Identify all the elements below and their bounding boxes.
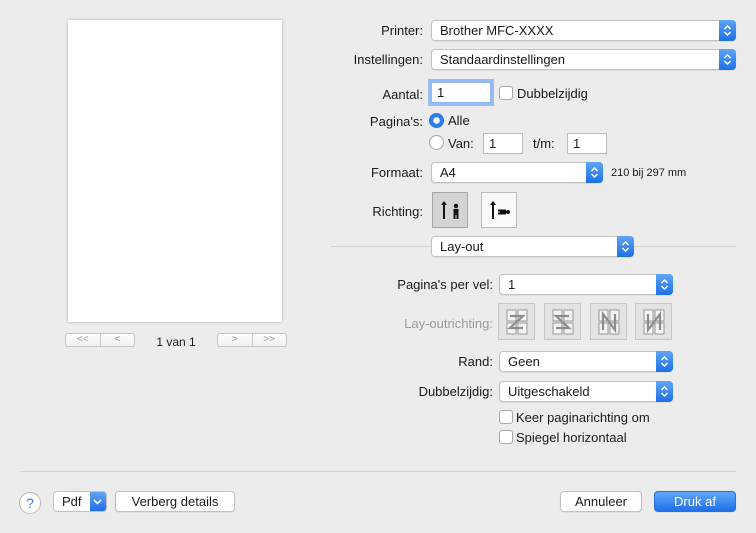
settings-select[interactable]: Standaardinstellingen <box>431 49 736 70</box>
mirror-horizontal-checkbox[interactable] <box>499 430 513 444</box>
orientation-landscape-button[interactable] <box>481 192 517 228</box>
page-indicator: 1 van 1 <box>156 335 196 349</box>
next-page-button[interactable]: > <box>218 334 252 346</box>
hide-details-button[interactable]: Verberg details <box>115 491 235 512</box>
printer-value: Brother MFC-XXXX <box>440 23 554 38</box>
landscape-person-icon <box>490 201 510 219</box>
layout-direction-reverse-z-button[interactable] <box>544 303 581 340</box>
border-value: Geen <box>508 354 540 369</box>
chevron-down-icon <box>89 492 106 511</box>
updown-chevron-icon <box>719 49 736 70</box>
duplex-checkbox[interactable] <box>499 86 513 100</box>
footer-divider <box>20 471 736 472</box>
layout-direction-z-button[interactable] <box>498 303 535 340</box>
print-button[interactable]: Druk af <box>654 491 736 512</box>
updown-chevron-icon <box>656 381 673 402</box>
pages-to-label: t/m: <box>533 136 555 151</box>
pages-label: Pagina's: <box>369 114 423 129</box>
layout-duplex-label: Dubbelzijdig: <box>418 384 493 399</box>
print-preview-page <box>68 20 282 322</box>
layout-duplex-select[interactable]: Uitgeschakeld <box>499 381 673 402</box>
reverse-n-direction-icon <box>643 309 664 334</box>
updown-chevron-icon <box>617 236 634 257</box>
format-select[interactable]: A4 <box>431 162 603 183</box>
layout-duplex-value: Uitgeschakeld <box>508 384 590 399</box>
layout-direction-n-button[interactable] <box>590 303 627 340</box>
preview-nav-back-group: << < <box>65 333 135 347</box>
cancel-button[interactable]: Annuleer <box>560 491 642 512</box>
pages-all-label: Alle <box>448 113 470 128</box>
border-label: Rand: <box>458 354 493 369</box>
portrait-person-icon <box>441 201 459 219</box>
settings-value: Standaardinstellingen <box>440 52 566 67</box>
pages-to-input[interactable]: 1 <box>567 133 607 154</box>
settings-label: Instellingen: <box>353 52 423 67</box>
first-page-button[interactable]: << <box>66 334 100 346</box>
help-button[interactable]: ? <box>19 492 41 514</box>
format-value: A4 <box>440 165 456 180</box>
z-direction-icon <box>506 309 527 334</box>
pdf-menu-button[interactable]: Pdf <box>53 491 107 512</box>
reverse-orientation-label: Keer paginarichting om <box>516 410 650 425</box>
pages-per-sheet-value: 1 <box>508 277 516 292</box>
format-label: Formaat: <box>370 165 423 180</box>
copies-input[interactable]: 1 <box>431 82 491 103</box>
pages-from-label: Van: <box>448 136 474 151</box>
copies-label: Aantal: <box>382 87 423 102</box>
orientation-portrait-button[interactable] <box>432 192 468 228</box>
updown-chevron-icon <box>656 274 673 295</box>
help-icon: ? <box>26 495 34 511</box>
reverse-orientation-checkbox[interactable] <box>499 410 513 424</box>
updown-chevron-icon <box>586 162 603 183</box>
updown-chevron-icon <box>719 20 736 41</box>
section-select[interactable]: Lay-out <box>431 236 634 257</box>
border-select[interactable]: Geen <box>499 351 673 372</box>
pdf-label: Pdf <box>62 494 82 509</box>
pages-per-sheet-label: Pagina's per vel: <box>397 277 493 292</box>
format-dimensions: 210 bij 297 mm <box>611 167 687 179</box>
printer-select[interactable]: Brother MFC-XXXX <box>431 20 736 41</box>
printer-label: Printer: <box>381 23 423 38</box>
updown-chevron-icon <box>656 351 673 372</box>
preview-nav-forward-group: > >> <box>217 333 287 347</box>
layout-direction-label: Lay-outrichting: <box>404 316 493 331</box>
duplex-checkbox-label: Dubbelzijdig <box>517 86 588 101</box>
layout-direction-reverse-n-button[interactable] <box>635 303 672 340</box>
last-page-button[interactable]: >> <box>251 334 287 346</box>
mirror-horizontal-label: Spiegel horizontaal <box>516 430 627 445</box>
pages-per-sheet-select[interactable]: 1 <box>499 274 673 295</box>
section-value: Lay-out <box>440 239 484 254</box>
orientation-label: Richting: <box>372 204 423 219</box>
pages-range-radio[interactable] <box>429 135 444 150</box>
pages-from-input[interactable]: 1 <box>483 133 523 154</box>
previous-page-button[interactable]: < <box>99 334 135 346</box>
pages-all-radio[interactable] <box>429 113 444 128</box>
reverse-z-direction-icon <box>552 309 573 334</box>
n-direction-icon <box>598 309 619 334</box>
